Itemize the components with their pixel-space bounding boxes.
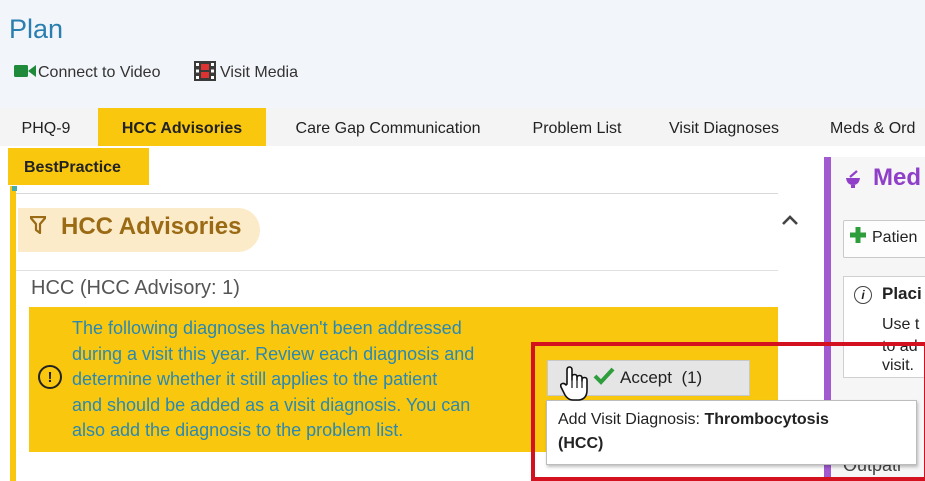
- plus-icon: [850, 226, 866, 249]
- chevron-up-icon[interactable]: [781, 206, 799, 232]
- info-circle-icon: i: [854, 286, 872, 304]
- visit-media-button[interactable]: Visit Media: [194, 60, 298, 86]
- film-icon: [194, 60, 220, 86]
- section-title: HCC Advisories: [61, 213, 242, 240]
- tab-visit-diagnoses[interactable]: Visit Diagnoses: [652, 108, 796, 146]
- divider: [16, 193, 778, 194]
- section-accent-bar: [10, 186, 16, 481]
- highlight-frame: [531, 342, 925, 481]
- divider: [16, 270, 778, 271]
- tab-phq-9[interactable]: PHQ-9: [8, 108, 84, 146]
- advisory-subtitle: HCC (HCC Advisory: 1): [31, 277, 240, 299]
- scroll-indicator: [12, 186, 17, 191]
- meds-panel-title: Med: [873, 164, 921, 191]
- tab-care-gap-communication[interactable]: Care Gap Communication: [274, 108, 502, 146]
- tab-meds-orders[interactable]: Meds & Ord: [818, 108, 925, 146]
- connect-video-button[interactable]: Connect to Video: [14, 62, 160, 84]
- visit-media-label: Visit Media: [220, 64, 298, 81]
- notice-line: also add the diagnosis to the problem li…: [72, 420, 404, 440]
- tab-bestpractice[interactable]: BestPractice: [8, 148, 149, 185]
- info-card-line: Use t: [882, 316, 920, 333]
- advisory-notice-text: The following diagnoses haven't been add…: [72, 316, 532, 444]
- notice-line: and should be added as a visit diagnosis…: [72, 394, 471, 415]
- notice-line: during a visit this year. Review each di…: [72, 343, 475, 364]
- tab-hcc-advisories[interactable]: HCC Advisories: [98, 108, 266, 146]
- page-title: Plan: [9, 14, 64, 44]
- filter-icon: [28, 215, 48, 240]
- exclamation-circle-icon: !: [38, 365, 62, 389]
- video-camera-icon: [14, 64, 38, 83]
- header-bar: [0, 0, 925, 108]
- info-card-title: Placi: [882, 284, 922, 303]
- connect-video-label: Connect to Video: [38, 64, 161, 81]
- notice-line: The following diagnoses haven't been add…: [72, 318, 462, 338]
- pestle-icon: [844, 170, 862, 194]
- notice-line: determine whether it still applies to th…: [72, 369, 438, 389]
- tab-problem-list[interactable]: Problem List: [514, 108, 640, 146]
- patient-button-label: Patien: [872, 229, 918, 246]
